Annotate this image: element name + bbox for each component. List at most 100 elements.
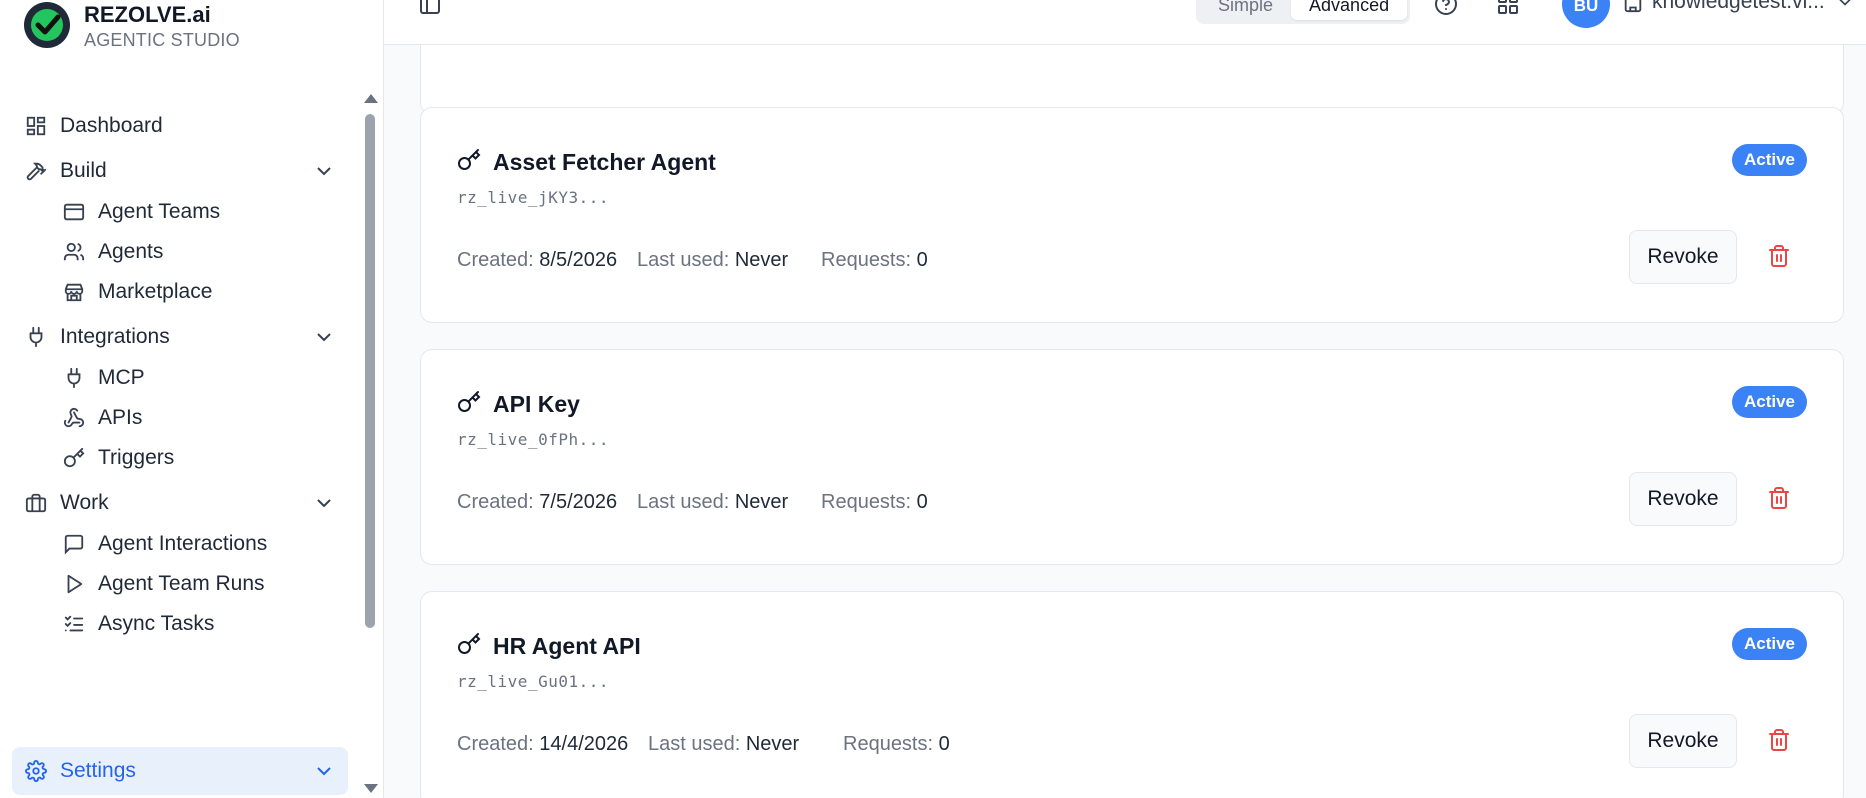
brand-logo [24, 2, 70, 48]
trash-icon[interactable] [1767, 728, 1791, 752]
sidebar-item-label: Work [60, 491, 109, 514]
mode-toggle: Simple Advanced [1196, 0, 1410, 24]
api-key-name: HR Agent API [493, 633, 641, 659]
mode-advanced-button[interactable]: Advanced [1291, 0, 1408, 20]
created-date: Created: 8/5/2026 [457, 248, 617, 272]
users-icon [62, 240, 86, 264]
chevron-down-icon[interactable] [312, 159, 336, 183]
plug-icon [24, 325, 48, 349]
sidebar-item-marketplace[interactable]: Marketplace [12, 268, 348, 316]
sidebar-item-label: Dashboard [60, 114, 163, 137]
requests-value: 0 [916, 491, 928, 513]
tenant-switcher[interactable]: knowledgetest.vi... [1622, 0, 1855, 14]
sidebar-item-label: MCP [98, 366, 145, 389]
revoke-button[interactable]: Revoke [1629, 230, 1737, 284]
last-used-label: Last used: [637, 491, 730, 513]
key-icon [62, 446, 86, 470]
requests-label: Requests: [843, 733, 934, 755]
created-label: Created: [457, 249, 534, 271]
help-icon[interactable] [1434, 0, 1458, 16]
brand-name: REZOLVE.ai [84, 2, 211, 27]
building-icon [1622, 0, 1644, 13]
key-icon [457, 390, 481, 414]
avatar[interactable]: BU [1562, 0, 1610, 28]
sidebar-item-label: Agent Interactions [98, 532, 268, 555]
chevron-down-icon[interactable] [312, 325, 336, 349]
sidebar-item-label: Build [60, 159, 107, 182]
last-used: Last used: Never [648, 732, 799, 756]
status-badge: Active [1731, 144, 1807, 176]
chevron-down-icon [1835, 0, 1855, 12]
sidebar-scrollbar[interactable] [362, 90, 378, 798]
last-used: Last used: Never [637, 490, 788, 514]
requests-value: 0 [938, 733, 950, 755]
revoke-button[interactable]: Revoke [1629, 714, 1737, 768]
key-icon [457, 148, 481, 172]
chevron-down-icon[interactable] [312, 491, 336, 515]
brand[interactable]: REZOLVE.ai AGENTIC STUDIO [24, 2, 240, 52]
sidebar-item-label: Async Tasks [98, 612, 215, 635]
revoke-button[interactable]: Revoke [1629, 472, 1737, 526]
requests-value: 0 [916, 249, 928, 271]
scroll-up-arrow[interactable] [364, 94, 378, 103]
tenant-name: knowledgetest.vi... [1652, 0, 1825, 13]
hammer-icon [24, 159, 48, 183]
trash-icon[interactable] [1767, 486, 1791, 510]
status-badge: Active [1731, 628, 1807, 660]
api-key-name: API Key [493, 391, 580, 417]
created-label: Created: [457, 733, 534, 755]
sidebar-item-label: Agents [98, 240, 164, 263]
scroll-down-arrow[interactable] [364, 784, 378, 793]
last-used-value: Never [745, 733, 800, 755]
plug-icon [62, 366, 86, 390]
api-key-prefix: rz_live_Gu01... [457, 672, 609, 691]
gear-icon [24, 759, 48, 783]
requests-count: Requests: 0 [821, 490, 928, 514]
api-key-card: Asset Fetcher Agent rz_live_jKY3... Crea… [420, 107, 1844, 323]
created-value: 8/5/2026 [539, 249, 618, 271]
sidebar: REZOLVE.ai AGENTIC STUDIO Dashboard Buil… [0, 0, 384, 798]
requests-label: Requests: [821, 249, 912, 271]
briefcase-icon [24, 491, 48, 515]
last-used-value: Never [734, 491, 789, 513]
dashboard-icon [24, 114, 48, 138]
sidebar-item-settings[interactable]: Settings [12, 747, 348, 795]
sidebar-item-label: APIs [98, 406, 143, 429]
top-bar: Simple Advanced BU knowledgetest.vi... [384, 0, 1866, 45]
api-key-prefix: rz_live_jKY3... [457, 188, 609, 207]
apps-grid-icon[interactable] [1496, 0, 1520, 16]
sidebar-item-async-tasks[interactable]: Async Tasks [12, 600, 348, 648]
trash-icon[interactable] [1767, 244, 1791, 268]
sidebar-item-triggers[interactable]: Triggers [12, 434, 348, 482]
sidebar-item-label: Marketplace [98, 280, 213, 303]
created-label: Created: [457, 491, 534, 513]
last-used-label: Last used: [637, 249, 730, 271]
last-used-label: Last used: [648, 733, 741, 755]
store-icon [62, 280, 86, 304]
sidebar-item-dashboard[interactable]: Dashboard [12, 102, 348, 150]
api-key-card: API Key rz_live_0fPh... Created: 7/5/202… [420, 349, 1844, 565]
created-value: 14/4/2026 [539, 733, 629, 755]
api-key-prefix: rz_live_0fPh... [457, 430, 609, 449]
list-checks-icon [62, 612, 86, 636]
requests-count: Requests: 0 [821, 248, 928, 272]
play-icon [62, 572, 86, 596]
requests-label: Requests: [821, 491, 912, 513]
key-icon [457, 632, 481, 656]
created-value: 7/5/2026 [539, 491, 618, 513]
last-used: Last used: Never [637, 248, 788, 272]
api-key-card [420, 45, 1844, 115]
panel-toggle-icon[interactable] [418, 0, 442, 16]
chevron-down-icon[interactable] [312, 759, 336, 783]
browser-window-icon [62, 200, 86, 224]
last-used-value: Never [734, 249, 789, 271]
scroll-thumb[interactable] [365, 114, 375, 628]
sidebar-item-label: Integrations [60, 325, 170, 348]
api-key-name: Asset Fetcher Agent [493, 149, 716, 175]
sidebar-item-label: Agent Team Runs [98, 572, 265, 595]
mode-simple-button[interactable]: Simple [1200, 0, 1291, 20]
api-key-card: HR Agent API rz_live_Gu01... Created: 14… [420, 591, 1844, 798]
sidebar-item-label: Agent Teams [98, 200, 221, 223]
message-square-icon [62, 532, 86, 556]
webhook-icon [62, 406, 86, 430]
